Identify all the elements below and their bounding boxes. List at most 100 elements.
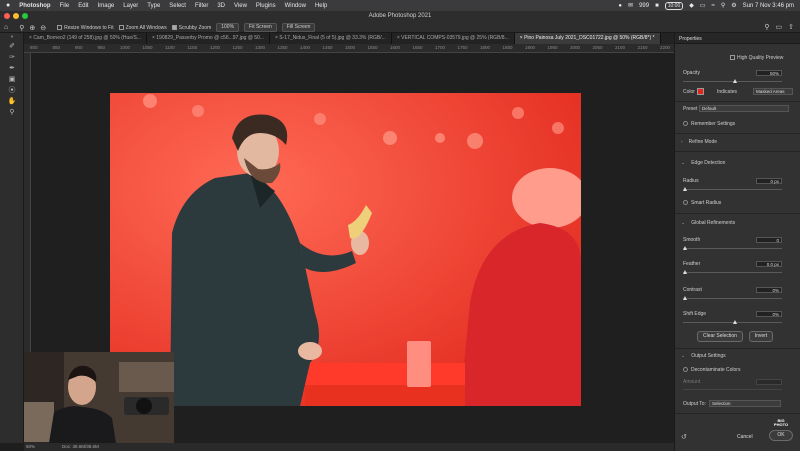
- color-swatch[interactable]: [697, 88, 704, 95]
- resize-windows-checkbox-box[interactable]: [57, 24, 63, 30]
- dropbox-icon[interactable]: ◆: [689, 2, 694, 9]
- feather-slider-handle[interactable]: [683, 270, 687, 274]
- menubar-icon[interactable]: ■: [655, 3, 659, 9]
- fill-screen-button[interactable]: Fill Screen: [281, 23, 316, 32]
- status-icon[interactable]: ●: [618, 3, 622, 9]
- menu-plugins[interactable]: Plugins: [256, 3, 276, 9]
- control-center-icon[interactable]: ⚙: [731, 2, 736, 9]
- home-icon[interactable]: ⌂: [4, 24, 8, 31]
- refine-mode-section[interactable]: › Refine Mode: [681, 139, 717, 145]
- decontaminate-checkbox[interactable]: Decontaminate Colors: [683, 367, 792, 373]
- menu-help[interactable]: Help: [315, 3, 327, 9]
- scrubby-zoom-checkbox-box[interactable]: [171, 24, 177, 30]
- tab-document-active[interactable]: × Pino Painosa July 2021_DSC01722.jpg @ …: [514, 33, 661, 44]
- smart-radius-box[interactable]: [683, 200, 688, 206]
- shift-edge-slider[interactable]: [683, 320, 782, 324]
- contrast-input[interactable]: 0%: [756, 287, 782, 293]
- menu-3d[interactable]: 3D: [217, 3, 225, 9]
- opacity-slider[interactable]: [683, 79, 782, 83]
- menu-view[interactable]: View: [234, 3, 247, 9]
- menu-filter[interactable]: Filter: [195, 3, 208, 9]
- search-icon[interactable]: ⚲: [764, 23, 769, 31]
- output-settings-section[interactable]: ⌄ Output Settings: [681, 353, 726, 359]
- menu-select[interactable]: Select: [169, 3, 186, 9]
- smooth-slider-handle[interactable]: [683, 246, 687, 250]
- workspace-icon[interactable]: ▭: [776, 23, 783, 31]
- search-icon[interactable]: ⚲: [721, 2, 725, 9]
- menu-type[interactable]: Type: [147, 3, 160, 9]
- indicates-select[interactable]: Masked Areas: [753, 88, 793, 95]
- zoom-tool-icon[interactable]: ⚲: [19, 24, 24, 32]
- radius-slider[interactable]: [683, 187, 782, 191]
- brush-tool-icon[interactable]: ✒: [0, 63, 24, 74]
- menu-image[interactable]: Image: [98, 3, 115, 9]
- scrubby-zoom-checkbox[interactable]: Scrubby Zoom: [171, 24, 211, 31]
- tab-document-3[interactable]: × S-17_Nidus_Final (5 of 5).jpg @ 33.3% …: [270, 33, 392, 44]
- wifi-icon[interactable]: ≈: [712, 3, 715, 9]
- menu-layer[interactable]: Layer: [123, 3, 138, 9]
- radius-slider-handle[interactable]: [683, 187, 687, 191]
- status-count[interactable]: 999: [639, 3, 649, 9]
- smooth-input[interactable]: 0: [756, 237, 782, 243]
- feather-slider[interactable]: [683, 270, 782, 274]
- contrast-slider-handle[interactable]: [683, 296, 687, 300]
- edge-detection-section[interactable]: ⌄ Edge Detection: [681, 160, 725, 166]
- datetime[interactable]: Sun 7 Nov 3:46 pm: [743, 3, 794, 9]
- menu-file[interactable]: File: [60, 3, 70, 9]
- document-image[interactable]: [110, 93, 581, 406]
- mail-icon[interactable]: ✉: [628, 2, 633, 9]
- output-to-select[interactable]: Selection: [709, 400, 781, 407]
- global-refinements-section[interactable]: ⌄ Global Refinements: [681, 220, 735, 226]
- output-settings-label: Output Settings: [691, 353, 726, 359]
- quick-selection-tool-icon[interactable]: ✐: [0, 41, 24, 52]
- status-bar: 50% Doc: 38.6M/38.6M: [24, 443, 674, 451]
- masked-photo: [110, 93, 581, 406]
- battery-icon[interactable]: ▭: [700, 2, 706, 9]
- feather-input[interactable]: 0.0 px: [756, 261, 782, 267]
- opacity-input[interactable]: 50%: [756, 70, 782, 76]
- preset-select[interactable]: Default: [699, 105, 789, 112]
- zoom-in-icon[interactable]: ⊕: [29, 24, 35, 32]
- horizontal-ruler[interactable]: 800 850 900 950 1000 1050 1100 1150 1200 1250 1300…: [24, 44, 674, 53]
- tab-document-2[interactable]: × 190829_Passerby Promo @ c56...97.jpg @…: [147, 33, 270, 44]
- zoom-100-button[interactable]: 100%: [216, 23, 240, 32]
- decontaminate-box[interactable]: [683, 367, 688, 373]
- cancel-button[interactable]: Cancel: [737, 434, 753, 440]
- hand-tool-icon[interactable]: ✋: [0, 96, 24, 107]
- menu-edit[interactable]: Edit: [78, 3, 88, 9]
- refine-edge-brush-icon[interactable]: ✑: [0, 52, 24, 63]
- invert-button[interactable]: Invert: [749, 331, 773, 342]
- resize-windows-checkbox[interactable]: Resize Windows to Fit: [57, 24, 114, 31]
- shift-edge-slider-handle[interactable]: [732, 320, 737, 324]
- shift-edge-input[interactable]: 0%: [756, 311, 782, 317]
- zoom-tool-icon[interactable]: ⚲: [0, 107, 24, 118]
- menu-window[interactable]: Window: [285, 3, 306, 9]
- global-refinements-label: Global Refinements: [691, 220, 736, 226]
- contrast-slider[interactable]: [683, 296, 782, 300]
- lasso-tool-icon[interactable]: ⦿: [0, 85, 24, 96]
- zoom-all-checkbox[interactable]: Zoom All Windows: [118, 24, 167, 31]
- tab-document-4[interactable]: × VERTICAL COMPS-03579.jpg @ 25% (RGB/8.…: [392, 33, 515, 44]
- apple-menu-icon[interactable]: ●: [6, 2, 10, 9]
- opacity-slider-handle[interactable]: [732, 79, 737, 83]
- fit-screen-button[interactable]: Fit Screen: [244, 23, 277, 32]
- clear-selection-button[interactable]: Clear Selection: [697, 331, 743, 342]
- clock-badge[interactable]: 10:00: [664, 1, 684, 10]
- remember-settings-box[interactable]: [683, 121, 688, 127]
- zoom-out-icon[interactable]: ⊖: [40, 24, 46, 32]
- smart-radius-checkbox[interactable]: Smart Radius: [683, 200, 792, 206]
- collapse-icon[interactable]: »: [0, 33, 24, 41]
- app-menu[interactable]: Photoshop: [19, 3, 50, 9]
- reset-icon[interactable]: ↺: [681, 433, 687, 441]
- zoom-all-checkbox-box[interactable]: [118, 24, 124, 30]
- checkbox-box[interactable]: [730, 55, 735, 61]
- tab-document-1[interactable]: × Cam_Borneo2 (149 of 258).jpg @ 50% (Hu…: [24, 33, 147, 44]
- radius-input[interactable]: 0 px: [756, 178, 782, 184]
- smooth-slider[interactable]: [683, 246, 782, 250]
- object-selection-icon[interactable]: ▣: [0, 74, 24, 85]
- ruler-tick-label: 1050: [142, 45, 153, 50]
- high-quality-preview-checkbox[interactable]: High Quality Preview: [730, 55, 792, 61]
- ok-button[interactable]: OK: [769, 430, 793, 441]
- share-icon[interactable]: ⇧: [788, 23, 794, 31]
- remember-settings-checkbox[interactable]: Remember Settings: [683, 121, 792, 127]
